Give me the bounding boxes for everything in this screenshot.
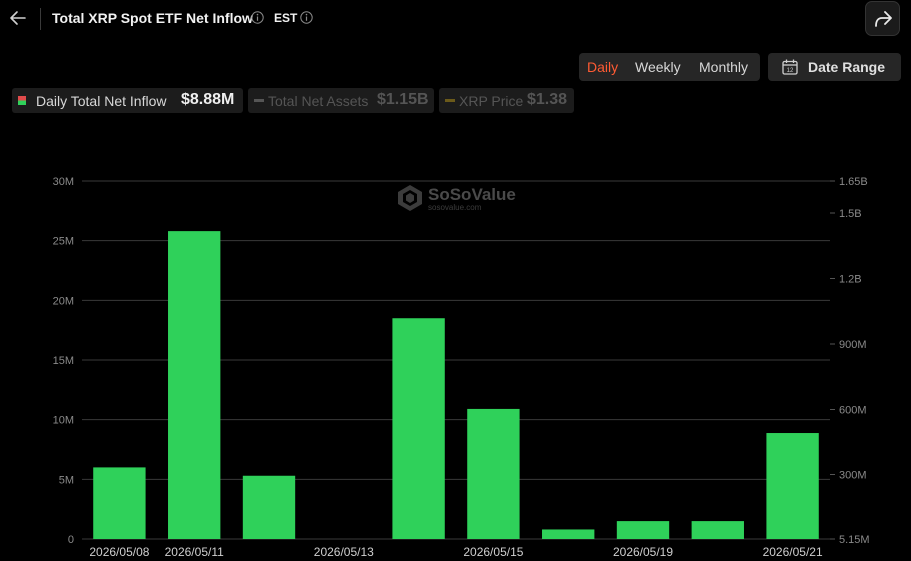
- y-tick-label: 5M: [59, 474, 74, 486]
- x-tick-label: 2026/05/11: [165, 545, 224, 559]
- bar: [93, 467, 146, 539]
- y-tick-label: 30M: [53, 176, 74, 188]
- y-right-tick-label: 900M: [839, 339, 867, 351]
- x-tick-label: 2026/05/08: [89, 545, 149, 559]
- x-tick-label: 2026/05/21: [763, 545, 823, 559]
- sosovalue-watermark: SoSoValue sosovalue.com: [396, 184, 521, 214]
- bar: [616, 521, 670, 539]
- bar: [168, 231, 221, 539]
- bar: [542, 529, 595, 539]
- watermark-url: sosovalue.com: [428, 203, 482, 212]
- x-tick-label: 2026/05/15: [463, 545, 523, 559]
- y-right-tick-label: 600M: [839, 405, 867, 417]
- x-tick-label: 2026/05/13: [314, 545, 374, 559]
- bar: [691, 521, 744, 539]
- bar: [467, 408, 520, 539]
- y-right-tick-label: 1.65B: [839, 176, 868, 188]
- bar: [242, 475, 296, 539]
- bar: [766, 433, 819, 539]
- y-tick-label: 10M: [53, 415, 74, 427]
- y-right-tick-label: 1.2B: [839, 274, 862, 286]
- x-tick-label: 2026/05/19: [613, 545, 673, 559]
- bar-chart: 0 5M 10M 15M 20M 25M 30M 5.15M 300M 600M 900M 1.2B 1…: [53, 176, 870, 559]
- y-tick-label: 25M: [53, 236, 74, 248]
- y-tick-label: 15M: [53, 355, 74, 367]
- y-right-tick-label: 300M: [839, 470, 867, 482]
- y-right-tick-label: 5.15M: [839, 534, 870, 546]
- sosovalue-logo-icon: [398, 185, 422, 211]
- y-tick-label: 20M: [53, 295, 74, 307]
- y-right-tick-label: 1.5B: [839, 208, 862, 220]
- watermark-name: SoSoValue: [428, 185, 516, 204]
- bar: [392, 318, 445, 539]
- y-tick-label: 0: [68, 534, 74, 546]
